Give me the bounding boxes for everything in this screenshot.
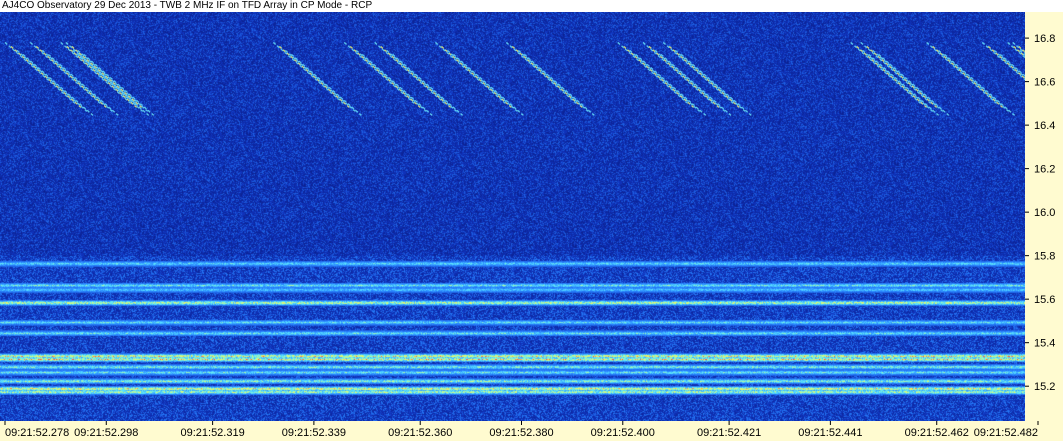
burst-17 — [1007, 41, 1025, 59]
x-tick-label-10: 09:21:52.482 — [974, 427, 1038, 439]
y-tick-label-6: 16.4 — [1034, 120, 1055, 132]
x-tick-label-2: 09:21:52.319 — [180, 427, 244, 439]
burst-15 — [926, 41, 1016, 116]
x-tick-label-5: 09:21:52.380 — [489, 427, 553, 439]
x-axis: 09:21:52.278 09:21:52.298 09:21:52.319 09:2… — [0, 421, 1063, 441]
burst-5 — [272, 41, 362, 116]
x-tick-label-0: 09:21:52.278 — [5, 427, 69, 439]
y-tick-label-8: 16.8 — [1034, 33, 1055, 45]
y-tick-label-0: 15.2 — [1034, 381, 1055, 393]
x-tick-label-1: 09:21:52.298 — [74, 427, 138, 439]
burst-12 — [662, 41, 752, 116]
x-tick-label-8: 09:21:52.441 — [798, 427, 862, 439]
burst-14 — [860, 41, 950, 116]
burst-9 — [505, 41, 595, 116]
x-tick-label-6: 09:21:52.400 — [591, 427, 655, 439]
plot-area[interactable] — [0, 12, 1025, 421]
x-tick-label-7: 09:21:52.421 — [697, 427, 761, 439]
burst-13 — [850, 41, 940, 116]
y-tick-label-1: 15.4 — [1034, 338, 1055, 350]
burst-18 — [1012, 41, 1025, 55]
y-axis: 15.2 15.4 15.6 15.8 16.0 16.2 16.4 16.6 16.8 — [1025, 12, 1063, 421]
burst-10 — [617, 41, 707, 116]
burst-overlay — [4, 41, 1025, 116]
x-tick-label-3: 09:21:52.339 — [282, 427, 346, 439]
x-tick-label-4: 09:21:52.360 — [388, 427, 452, 439]
y-tick-label-7: 16.6 — [1034, 77, 1055, 89]
burst-11 — [642, 41, 732, 116]
y-tick-label-4: 16.0 — [1034, 207, 1055, 219]
y-tick-label-3: 15.8 — [1034, 251, 1055, 263]
y-tick-label-2: 15.6 — [1034, 294, 1055, 306]
x-tick-label-9: 09:21:52.462 — [905, 427, 969, 439]
chart-title: AJ4CO Observatory 29 Dec 2013 - TWB 2 MH… — [0, 0, 1063, 12]
y-tick-label-5: 16.2 — [1034, 164, 1055, 176]
burst-16 — [981, 41, 1025, 81]
